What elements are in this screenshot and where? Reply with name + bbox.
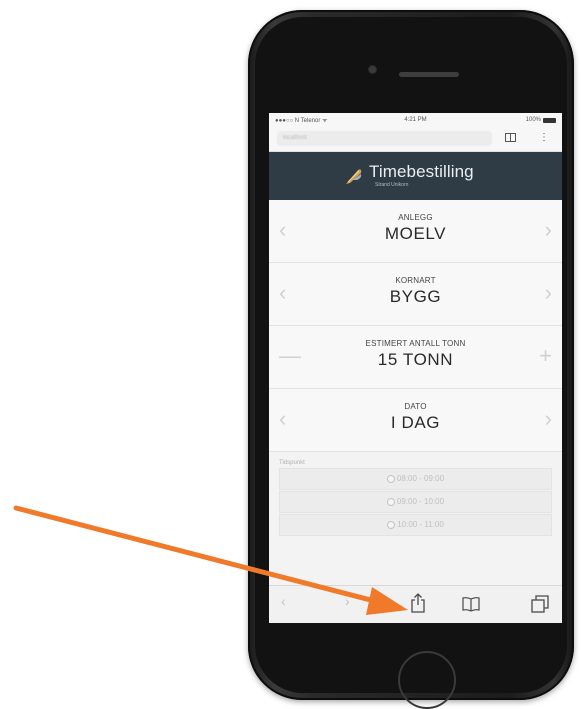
field-value: I DAG: [390, 413, 441, 432]
app-header: Timebestilling Strand Unikorn: [269, 152, 562, 200]
field-label: ANLEGG: [398, 213, 433, 222]
next-anlegg-button[interactable]: ›: [545, 218, 552, 242]
field-label: DATO: [404, 402, 427, 411]
tabs-icon[interactable]: [530, 594, 550, 614]
browser-url-bar: localhost ⋮: [269, 127, 562, 152]
safari-toolbar: ‹ ›: [269, 585, 562, 623]
field-label: KORNART: [395, 276, 436, 285]
app-subtitle: Strand Unikorn: [375, 182, 409, 188]
status-time: 4:21 PM: [404, 117, 427, 123]
radio-icon: [386, 497, 395, 506]
back-button[interactable]: ‹: [281, 593, 286, 609]
field-tonn: — ESTIMERT ANTALL TONN 15 TONN +: [269, 326, 562, 389]
timeslot-option[interactable]: 10:00 - 11:00: [279, 514, 552, 536]
radio-icon: [387, 520, 396, 529]
more-options-icon[interactable]: ⋮: [539, 132, 549, 144]
field-dato: ‹ DATO I DAG ›: [269, 389, 562, 452]
forward-button[interactable]: ›: [345, 593, 350, 609]
timeslot-label: 10:00 - 11:00: [397, 520, 444, 529]
field-value: MOELV: [384, 224, 447, 243]
next-kornart-button[interactable]: ›: [545, 281, 552, 305]
feather-logo-icon: [346, 169, 362, 184]
next-dato-button[interactable]: ›: [545, 407, 552, 431]
status-bar: ●●●○○ N Telenor ᯤ 4:21 PM 100%: [269, 113, 562, 127]
bookmarks-icon[interactable]: [461, 596, 481, 612]
timeslot-option[interactable]: 09:00 - 10:00: [279, 491, 552, 513]
field-value: 15 TONN: [377, 350, 454, 369]
timeslot-section-label: Tidspunkt: [279, 460, 305, 466]
battery-percent: 100%: [525, 117, 541, 123]
url-field[interactable]: localhost: [277, 131, 492, 146]
field-kornart: ‹ KORNART BYGG ›: [269, 263, 562, 326]
radio-icon: [386, 474, 395, 483]
reader-view-icon[interactable]: [505, 133, 516, 142]
battery-indicator: 100%: [526, 117, 556, 123]
field-anlegg: ‹ ANLEGG MOELV ›: [269, 200, 562, 263]
field-value: BYGG: [389, 287, 442, 306]
earpiece-speaker: [399, 72, 459, 77]
battery-icon: [543, 117, 556, 123]
increase-tonn-button[interactable]: +: [539, 344, 552, 368]
timeslot-label: 09:00 - 10:00: [396, 497, 445, 506]
phone-screen: ●●●○○ N Telenor ᯤ 4:21 PM 100% localhost…: [269, 113, 562, 623]
app-title: Timebestilling: [369, 162, 474, 181]
home-button[interactable]: [398, 651, 456, 709]
timeslot-option[interactable]: 08:00 - 09:00: [279, 468, 552, 490]
front-camera: [369, 66, 376, 73]
field-label: ESTIMERT ANTALL TONN: [365, 339, 466, 348]
timeslot-label: 08:00 - 09:00: [396, 474, 445, 483]
share-icon[interactable]: [409, 592, 427, 614]
